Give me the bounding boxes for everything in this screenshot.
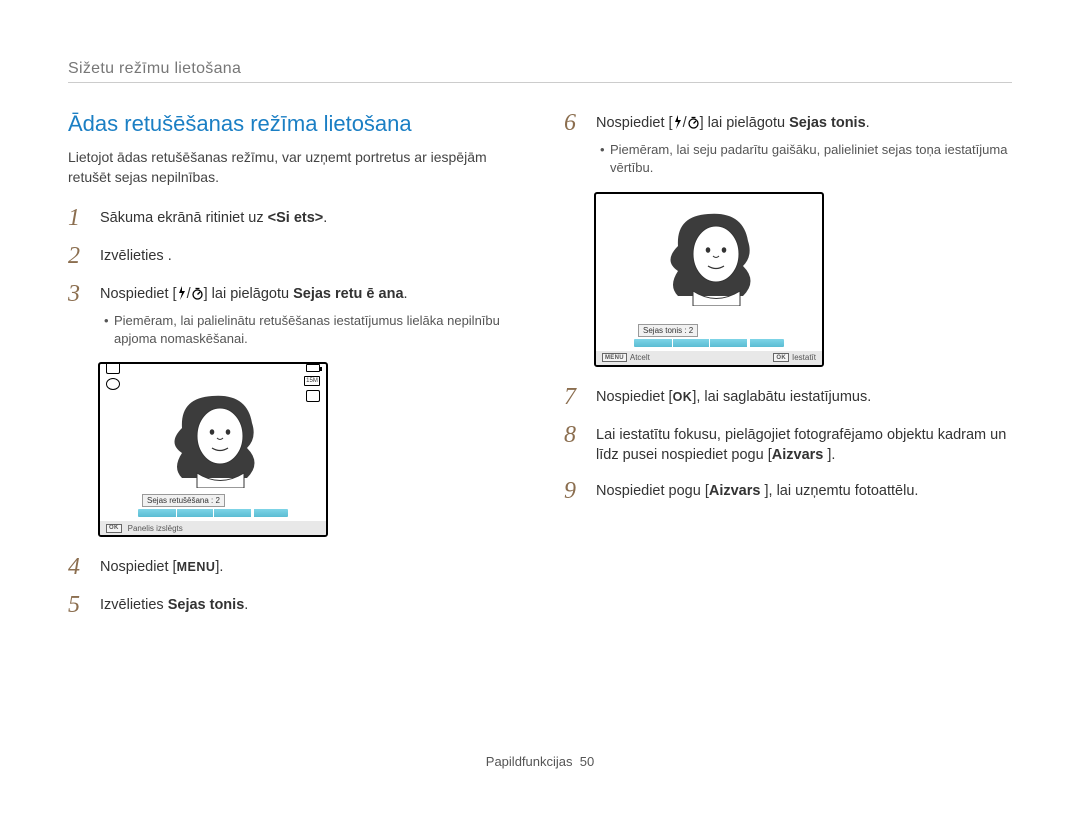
set-text: Iestatīt xyxy=(792,353,816,362)
step-5: 5 Izvēlieties Sejas tonis. xyxy=(68,593,516,617)
step-4: 4 Nospiediet [MENU]. xyxy=(68,555,516,579)
step-6: 6 Nospiediet [/] lai pielāgotu Sejas ton… xyxy=(564,111,1012,178)
step-number: 4 xyxy=(68,555,88,579)
step-bullet: Piemēram, lai seju padarītu gaišāku, pal… xyxy=(596,141,1012,177)
ok-button-hint: OK xyxy=(106,524,122,533)
camera-screen-retouch: 1 15M Sejas retušēšana : 2 xyxy=(98,362,328,537)
timer-icon xyxy=(687,115,700,135)
step-number: 2 xyxy=(68,244,88,268)
ok-button-label: OK xyxy=(673,390,693,404)
footer-page-number: 50 xyxy=(580,754,594,769)
step-bullet: Piemēram, lai palielinātu retušēšanas ie… xyxy=(100,312,516,348)
step-number: 7 xyxy=(564,385,584,409)
section-heading: Ādas retušēšanas režīma lietošana xyxy=(68,111,516,137)
retouch-slider xyxy=(138,509,288,517)
right-column: 6 Nospiediet [/] lai pielāgotu Sejas ton… xyxy=(564,111,1012,631)
portrait-illustration xyxy=(162,388,282,488)
timer-icon xyxy=(191,286,204,306)
ok-button-hint: OK xyxy=(773,353,789,362)
step-text: Izvēlieties . xyxy=(100,248,172,264)
step-2: 2 Izvēlieties . xyxy=(68,244,516,268)
step-8: 8 Lai iestatītu fokusu, pielāgojiet foto… xyxy=(564,423,1012,466)
step-text: Izvēlieties Sejas tonis. xyxy=(100,597,248,613)
step-9: 9 Nospiediet pogu [Aizvars ], lai uzņemt… xyxy=(564,479,1012,503)
slider-label: Sejas retušēšana : 2 xyxy=(142,494,225,507)
cancel-text: Atcelt xyxy=(630,353,650,362)
footer-chapter: Papildfunkcijas xyxy=(486,754,573,769)
step-text: Nospiediet [MENU]. xyxy=(100,559,223,575)
flash-icon xyxy=(673,115,683,135)
step-7: 7 Nospiediet [OK], lai saglabātu iestatī… xyxy=(564,385,1012,409)
breadcrumb: Sižetu režīmu lietošana xyxy=(68,60,1012,78)
storage-icon xyxy=(306,390,320,402)
step-number: 9 xyxy=(564,479,584,503)
step-text: Nospiediet pogu [Aizvars ], lai uzņemtu … xyxy=(596,483,918,499)
battery-icon xyxy=(306,364,320,372)
step-text: Nospiediet [/] lai pielāgotu Sejas retu … xyxy=(100,286,408,302)
section-intro: Lietojot ādas retušēšanas režīmu, var uz… xyxy=(68,147,516,188)
menu-button-hint: MENU xyxy=(602,353,627,362)
tone-slider xyxy=(634,339,784,347)
portrait-illustration xyxy=(658,206,778,306)
metering-icon xyxy=(106,378,120,390)
step-text: Sākuma ekrānā ritiniet uz <Si ets>. xyxy=(100,210,327,226)
step-number: 1 xyxy=(68,206,88,230)
step-3: 3 Nospiediet [/] lai pielāgotu Sejas ret… xyxy=(68,282,516,349)
step-number: 8 xyxy=(564,423,584,447)
left-column: Ādas retušēšanas režīma lietošana Lietoj… xyxy=(68,111,516,631)
step-1: 1 Sākuma ekrānā ritiniet uz <Si ets>. xyxy=(68,206,516,230)
menu-button-label: MENU xyxy=(177,560,216,574)
camera-screen-tone: Sejas tonis : 2 MENU Atcelt OK xyxy=(594,192,824,367)
panel-off-text: Panelis izslēgts xyxy=(128,524,183,533)
slider-label: Sejas tonis : 2 xyxy=(638,324,698,337)
step-text: Nospiediet [OK], lai saglabātu iestatīju… xyxy=(596,389,871,405)
step-text: Lai iestatītu fokusu, pielāgojiet fotogr… xyxy=(596,427,1006,463)
step-number: 6 xyxy=(564,111,584,135)
mode-icon xyxy=(106,362,120,374)
step-text: Nospiediet [/] lai pielāgotu Sejas tonis… xyxy=(596,115,870,131)
page-footer: Papildfunkcijas 50 xyxy=(0,754,1080,769)
flash-icon xyxy=(177,286,187,306)
resolution-badge: 15M xyxy=(304,376,320,386)
step-number: 3 xyxy=(68,282,88,306)
header-rule xyxy=(68,82,1012,83)
step-number: 5 xyxy=(68,593,88,617)
